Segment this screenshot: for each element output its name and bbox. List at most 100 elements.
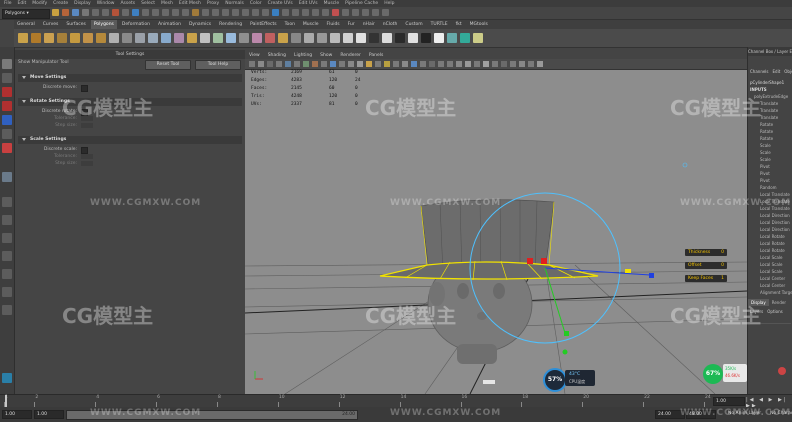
shelf-tool-icon[interactable] bbox=[434, 33, 444, 43]
channel-item[interactable]: Local Rotate bbox=[760, 241, 785, 246]
setting-field[interactable] bbox=[81, 154, 93, 159]
status-tool-icon[interactable] bbox=[382, 9, 389, 16]
shelf-tool-icon[interactable] bbox=[200, 33, 210, 43]
shelf-tool-icon[interactable] bbox=[317, 33, 327, 43]
menu-item[interactable]: Normals bbox=[225, 0, 244, 7]
viewport-tool-icon[interactable] bbox=[312, 61, 318, 67]
viewport-tool-icon[interactable] bbox=[330, 61, 336, 67]
viewport-menu-item[interactable]: Renderer bbox=[340, 52, 361, 59]
viewport-tool-icon[interactable] bbox=[510, 61, 516, 67]
show-manipulator-icon[interactable] bbox=[2, 129, 12, 139]
status-tool-icon[interactable] bbox=[122, 9, 129, 16]
menu-item[interactable]: File bbox=[4, 0, 12, 7]
viewport-tool-icon[interactable] bbox=[357, 61, 363, 67]
shelf-tab[interactable]: Fluids bbox=[324, 20, 343, 29]
select-tool-icon[interactable] bbox=[2, 59, 12, 69]
shelf-tool-icon[interactable] bbox=[252, 33, 262, 43]
shelf-tab[interactable]: Muscle bbox=[300, 20, 322, 29]
viewport-menu-item[interactable]: Panels bbox=[369, 52, 383, 59]
menu-item[interactable]: Help bbox=[384, 0, 394, 7]
channel-box-menu-item[interactable]: Edit bbox=[773, 69, 781, 74]
status-tool-icon[interactable] bbox=[112, 9, 119, 16]
shelf-tool-icon[interactable] bbox=[109, 33, 119, 43]
shelf-tab[interactable]: Fur bbox=[345, 20, 358, 29]
viewport-tool-icon[interactable] bbox=[393, 61, 399, 67]
channel-item[interactable]: Local Direction bbox=[760, 220, 790, 225]
shelf-tool-icon[interactable] bbox=[408, 33, 418, 43]
viewport-tool-icon[interactable] bbox=[474, 61, 480, 67]
channel-item[interactable]: Translate bbox=[760, 101, 778, 106]
channel-label[interactable]: Thickness 0 bbox=[685, 249, 727, 256]
viewport-tool-icon[interactable] bbox=[384, 61, 390, 67]
shelf-tool-icon[interactable] bbox=[57, 33, 67, 43]
layout-graph-icon[interactable] bbox=[2, 251, 12, 261]
channel-item[interactable]: Rotate bbox=[760, 129, 773, 134]
shelf-tool-icon[interactable] bbox=[31, 33, 41, 43]
status-tool-icon[interactable] bbox=[362, 9, 369, 16]
channel-item[interactable]: Local Scale bbox=[760, 262, 782, 267]
status-tool-icon[interactable] bbox=[342, 9, 349, 16]
shelf-tool-icon[interactable] bbox=[343, 33, 353, 43]
status-tool-icon[interactable] bbox=[312, 9, 319, 16]
menu-item[interactable]: Window bbox=[97, 0, 115, 7]
status-tool-icon[interactable] bbox=[272, 9, 279, 16]
viewport-tool-icon[interactable] bbox=[492, 61, 498, 67]
channel-item[interactable]: Scale bbox=[760, 150, 771, 155]
viewport-tool-icon[interactable] bbox=[321, 61, 327, 67]
viewport-tool-icon[interactable] bbox=[411, 61, 417, 67]
channel-item[interactable]: Local Direction bbox=[760, 213, 790, 218]
viewport-tool-icon[interactable] bbox=[285, 61, 291, 67]
viewport-tool-icon[interactable] bbox=[447, 61, 453, 67]
channel-box-menu-item[interactable]: Channels bbox=[750, 69, 769, 74]
channel-item[interactable]: Translate bbox=[760, 108, 778, 113]
shelf-tab[interactable]: Custom bbox=[402, 20, 425, 29]
layout-uv-icon[interactable] bbox=[2, 305, 12, 315]
time-slider[interactable]: 124681012141618202224 1.00 |◀ ◀ ▶ ▶| ▶▶ bbox=[0, 394, 792, 409]
shelf-tool-icon[interactable] bbox=[473, 33, 483, 43]
channel-item[interactable]: Scale bbox=[760, 143, 771, 148]
channel-box-menu-item[interactable]: Object bbox=[784, 69, 792, 74]
channel-item[interactable]: Scale bbox=[760, 157, 771, 162]
settings-section-header[interactable]: Move Settings bbox=[18, 74, 242, 82]
channel-item[interactable]: Pivot bbox=[760, 178, 770, 183]
channel-item[interactable]: Pivot bbox=[760, 164, 770, 169]
shelf-tab[interactable]: MGtools bbox=[467, 20, 491, 29]
menu-item[interactable]: Create bbox=[53, 0, 68, 7]
status-tool-icon[interactable] bbox=[332, 9, 339, 16]
shelf-tool-icon[interactable] bbox=[356, 33, 366, 43]
shelf-tool-icon[interactable] bbox=[161, 33, 171, 43]
viewport-tool-icon[interactable] bbox=[465, 61, 471, 67]
shelf-tab[interactable]: nCloth bbox=[380, 20, 401, 29]
shelf-tool-icon[interactable] bbox=[265, 33, 275, 43]
status-tool-icon[interactable] bbox=[222, 9, 229, 16]
status-tool-icon[interactable] bbox=[52, 9, 59, 16]
status-tool-icon[interactable] bbox=[192, 9, 199, 16]
shelf-tool-icon[interactable] bbox=[395, 33, 405, 43]
shelf-tool-icon[interactable] bbox=[187, 33, 197, 43]
shelf-tab[interactable]: Rendering bbox=[216, 20, 245, 29]
channel-item[interactable]: Alignment Target bbox=[760, 290, 792, 295]
shelf-tool-icon[interactable] bbox=[135, 33, 145, 43]
setting-checkbox[interactable] bbox=[81, 146, 88, 154]
menu-item[interactable]: Edit Mesh bbox=[179, 0, 201, 7]
layout-single-icon[interactable] bbox=[2, 172, 12, 182]
layout-outliner-icon[interactable] bbox=[2, 233, 12, 243]
viewport-tool-icon[interactable] bbox=[375, 61, 381, 67]
status-tool-icon[interactable] bbox=[322, 9, 329, 16]
shelf-tool-icon[interactable] bbox=[421, 33, 431, 43]
shelf-tool-icon[interactable] bbox=[174, 33, 184, 43]
channel-item[interactable]: Local Scale bbox=[760, 269, 782, 274]
layout-four-icon[interactable] bbox=[2, 197, 12, 207]
menu-item[interactable]: Display bbox=[74, 0, 91, 7]
shelf-tool-icon[interactable] bbox=[460, 33, 470, 43]
channel-label[interactable]: Keep Faces 1 bbox=[685, 275, 727, 282]
shelf-tab[interactable]: nHair bbox=[360, 20, 378, 29]
viewport-tool-icon[interactable] bbox=[303, 61, 309, 67]
shelf-tab[interactable]: Surfaces bbox=[63, 20, 89, 29]
range-start-field[interactable]: 1.00 bbox=[2, 410, 32, 419]
status-tool-icon[interactable] bbox=[132, 9, 139, 16]
viewport-tool-icon[interactable] bbox=[276, 61, 282, 67]
scale-tool-icon[interactable] bbox=[2, 115, 12, 125]
menu-item[interactable]: Create UVs bbox=[268, 0, 293, 7]
viewport-tool-icon[interactable] bbox=[249, 61, 255, 67]
